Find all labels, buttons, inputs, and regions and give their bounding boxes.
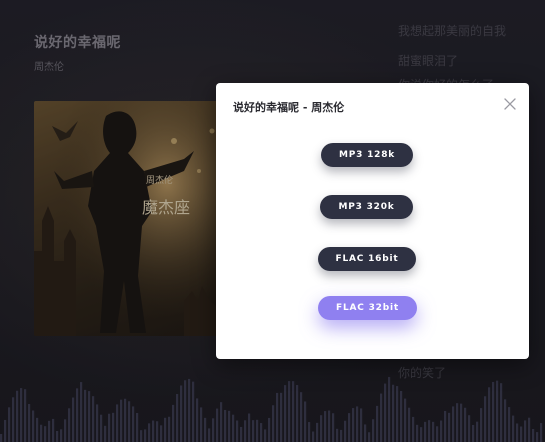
- quality-option-flac-32bit[interactable]: FLAC 32bit: [318, 296, 417, 320]
- quality-option-mp3-128k[interactable]: MP3 128k: [321, 143, 413, 167]
- dialog-title: 说好的幸福呢 - 周杰伦: [233, 101, 345, 114]
- quality-option-mp3-320k[interactable]: MP3 320k: [320, 195, 413, 219]
- quality-select-dialog: 说好的幸福呢 - 周杰伦 MP3 128k MP3 320k FLAC 16bi…: [216, 83, 529, 359]
- close-icon[interactable]: [503, 96, 517, 110]
- quality-option-flac-16bit[interactable]: FLAC 16bit: [318, 247, 416, 271]
